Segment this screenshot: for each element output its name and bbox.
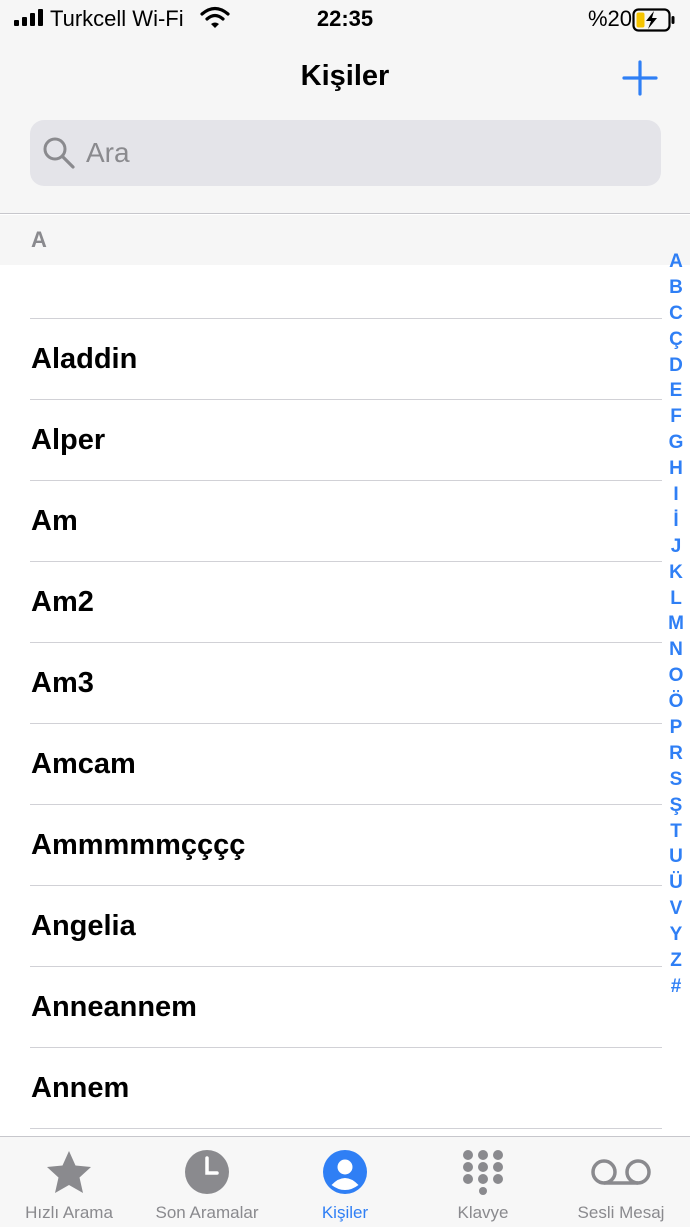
contact-row[interactable]: Aladdin <box>0 319 690 400</box>
alphabet-index[interactable]: A B C Ç D E F G H I İ J K L M N O Ö P R S Ş T U Ü V Y Z # <box>662 249 690 1000</box>
index-letter[interactable]: Ç <box>662 327 690 353</box>
contact-name: Angelia <box>31 910 136 942</box>
search-icon <box>42 136 76 175</box>
search-input[interactable] <box>86 120 646 186</box>
tab-label: Sesli Mesaj <box>577 1203 665 1222</box>
index-letter[interactable]: Ö <box>662 689 690 715</box>
index-letter[interactable]: V <box>662 896 690 922</box>
contact-name: Aladdin <box>31 343 138 375</box>
index-letter[interactable]: L <box>662 586 690 612</box>
index-letter[interactable]: S <box>662 767 690 793</box>
tab-label: Kişiler <box>321 1203 369 1222</box>
section-letter: A <box>31 227 47 252</box>
index-letter[interactable]: B <box>662 275 690 301</box>
index-letter[interactable]: Ş <box>662 793 690 819</box>
index-letter[interactable]: O <box>662 663 690 689</box>
index-letter[interactable]: C <box>662 301 690 327</box>
index-letter[interactable]: T <box>662 819 690 845</box>
index-letter[interactable]: H <box>662 456 690 482</box>
row-divider <box>30 1128 662 1129</box>
contact-row[interactable]: Alper <box>0 400 690 481</box>
index-letter[interactable]: K <box>662 560 690 586</box>
search-bar[interactable] <box>30 120 661 186</box>
contact-name: Anneannem <box>31 991 197 1023</box>
tab-recents[interactable]: Son Aramalar <box>138 1137 276 1227</box>
section-header: A <box>0 215 690 265</box>
tab-favorites[interactable]: Hızlı Arama <box>0 1137 138 1227</box>
battery-charging-icon <box>632 8 676 37</box>
tab-voicemail[interactable]: Sesli Mesaj <box>552 1137 690 1227</box>
contact-row[interactable]: Angelia <box>0 886 690 967</box>
tab-bar: Hızlı Arama Son Aramalar Kişiler Klavye … <box>0 1136 690 1227</box>
index-letter[interactable]: F <box>662 404 690 430</box>
status-time: 22:35 <box>316 6 374 31</box>
add-contact-button[interactable] <box>620 58 660 98</box>
index-letter[interactable]: D <box>662 353 690 379</box>
contact-row[interactable]: Annem <box>0 1048 690 1129</box>
star-icon <box>0 1149 138 1197</box>
voicemail-icon <box>552 1149 690 1195</box>
index-letter[interactable]: J <box>662 534 690 560</box>
contact-row[interactable]: Anneannem <box>0 967 690 1048</box>
person-circle-icon <box>276 1149 414 1195</box>
index-letter[interactable]: # <box>662 974 690 1000</box>
index-letter[interactable]: A <box>662 249 690 275</box>
tab-keypad[interactable]: Klavye <box>414 1137 552 1227</box>
index-letter[interactable]: İ <box>662 508 690 534</box>
tab-label: Son Aramalar <box>155 1203 259 1222</box>
contact-row[interactable]: Amcam <box>0 724 690 805</box>
contact-row[interactable]: Am <box>0 481 690 562</box>
index-letter[interactable]: U <box>662 844 690 870</box>
contact-name: Am3 <box>31 667 94 699</box>
contact-name: Annem <box>31 1072 130 1104</box>
index-letter[interactable]: R <box>662 741 690 767</box>
page-title: Kişiler <box>300 60 390 92</box>
index-letter[interactable]: G <box>662 430 690 456</box>
header-area: Turkcell Wi-Fi 22:35 %20 Kişiler <box>0 0 690 214</box>
contact-name: Am <box>31 505 78 537</box>
contact-name: Amcam <box>31 748 136 780</box>
index-letter[interactable]: E <box>662 378 690 404</box>
tab-contacts[interactable]: Kişiler <box>276 1137 414 1227</box>
tab-label: Klavye <box>457 1203 509 1222</box>
contacts-screen: Turkcell Wi-Fi 22:35 %20 Kişiler Ara Ala… <box>0 0 690 1227</box>
contact-name: Alper <box>31 424 106 456</box>
contacts-list: Ailin Aladdin Alper Am Am2 Am3 Amcam Am <box>0 222 690 1129</box>
contact-row[interactable]: Am2 <box>0 562 690 643</box>
contact-name: Ammmmmçççç <box>31 829 246 861</box>
index-letter[interactable]: M <box>662 611 690 637</box>
contact-name: Am2 <box>31 586 94 618</box>
index-letter[interactable]: I <box>662 482 690 508</box>
index-letter[interactable]: Ü <box>662 870 690 896</box>
status-bar: Turkcell Wi-Fi 22:35 %20 <box>0 0 690 40</box>
index-letter[interactable]: N <box>662 637 690 663</box>
clock-icon <box>138 1149 276 1195</box>
contact-row[interactable]: Am3 <box>0 643 690 724</box>
tab-label: Hızlı Arama <box>25 1203 113 1222</box>
index-letter[interactable]: P <box>662 715 690 741</box>
battery-percentage: %20 <box>587 6 632 31</box>
index-letter[interactable]: Y <box>662 922 690 948</box>
keypad-icon <box>414 1149 552 1195</box>
index-letter[interactable]: Z <box>662 948 690 974</box>
contact-row[interactable]: Ammmmmçççç <box>0 805 690 886</box>
plus-icon <box>622 60 658 96</box>
